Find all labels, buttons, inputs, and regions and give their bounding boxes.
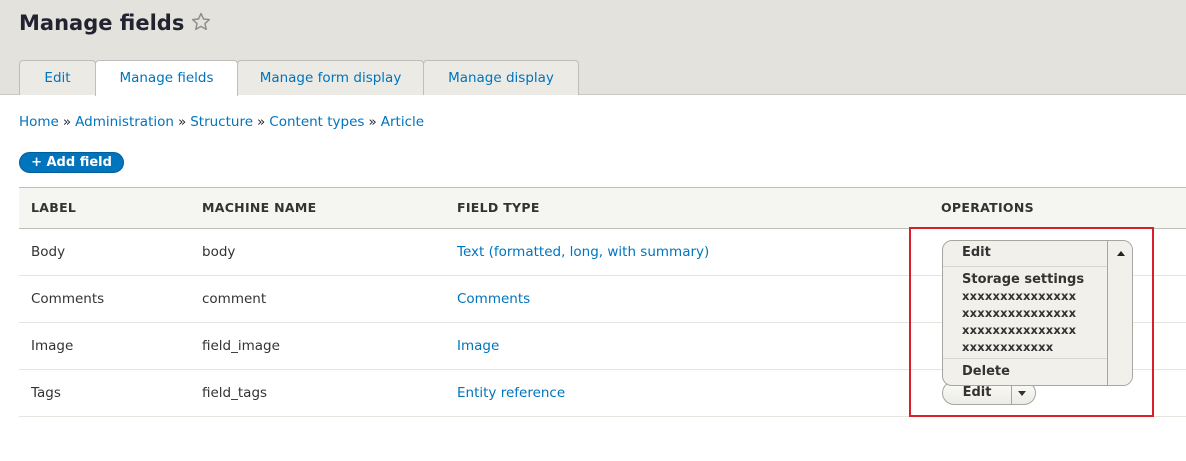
tab-edit[interactable]: Edit — [19, 60, 96, 95]
breadcrumb-content-types[interactable]: Content types — [269, 114, 364, 130]
column-header-operations: OPERATIONS — [941, 200, 1034, 215]
chevron-down-icon[interactable] — [1018, 391, 1026, 396]
storage-settings-text: xxxxxxxxxxxxxxx — [962, 289, 1077, 303]
tab-manage-fields[interactable]: Manage fields — [95, 60, 238, 96]
field-type-link[interactable]: Image — [457, 323, 499, 369]
dropdown-edit[interactable]: Edit — [943, 241, 1107, 267]
chevron-up-icon — [1117, 251, 1125, 256]
field-type-link[interactable]: Comments — [457, 276, 530, 322]
operations-dropdown-menu: Edit Storage settings xxxxxxxxxxxxxxx xx… — [942, 240, 1133, 386]
dropdown-storage-settings[interactable]: Storage settings xxxxxxxxxxxxxxx xxxxxxx… — [943, 268, 1107, 359]
table-header: LABEL MACHINE NAME FIELD TYPE OPERATIONS — [19, 187, 1186, 229]
page-header: Manage fields Edit Manage fields Manage … — [0, 0, 1186, 96]
breadcrumb-separator: » — [368, 114, 377, 130]
field-machine-name: body — [202, 244, 236, 260]
dropdown-toggle[interactable] — [1107, 241, 1132, 385]
breadcrumb-separator: » — [257, 114, 266, 130]
column-header-label: LABEL — [31, 200, 77, 215]
breadcrumb-separator: » — [62, 114, 72, 130]
field-machine-name: comment — [202, 291, 267, 307]
page-title: Manage fields — [19, 11, 185, 35]
breadcrumb-administration[interactable]: Administration — [75, 114, 174, 130]
breadcrumb-article[interactable]: Article — [381, 114, 424, 130]
field-label: Tags — [31, 385, 61, 401]
storage-settings-text: xxxxxxxxxxxx — [962, 340, 1054, 354]
storage-settings-text: xxxxxxxxxxxxxxx — [962, 306, 1077, 320]
breadcrumb-structure[interactable]: Structure — [190, 114, 253, 130]
dropdown-delete[interactable]: Delete — [943, 360, 1107, 385]
breadcrumb: Home» Administration» Structure» Content ty… — [19, 112, 424, 132]
field-label: Image — [31, 338, 74, 354]
field-machine-name: field_image — [202, 338, 280, 354]
field-machine-name: field_tags — [202, 385, 268, 401]
field-label: Comments — [31, 291, 105, 307]
tab-manage-form-display[interactable]: Manage form display — [237, 60, 424, 95]
column-header-machine-name: MACHINE NAME — [202, 200, 317, 215]
breadcrumb-home[interactable]: Home — [19, 114, 59, 130]
breadcrumb-separator: » — [177, 114, 187, 130]
add-field-button[interactable]: + Add field — [19, 152, 124, 173]
field-label: Body — [31, 244, 66, 260]
storage-settings-label: Storage settings — [962, 272, 1085, 287]
field-type-link[interactable]: Text (formatted, long, with summary) — [457, 229, 709, 275]
storage-settings-text: xxxxxxxxxxxxxxx — [962, 323, 1077, 337]
column-header-field-type: FIELD TYPE — [457, 200, 540, 215]
field-type-link[interactable]: Entity reference — [457, 370, 565, 416]
star-icon[interactable] — [190, 11, 212, 33]
tab-manage-display[interactable]: Manage display — [423, 60, 579, 95]
